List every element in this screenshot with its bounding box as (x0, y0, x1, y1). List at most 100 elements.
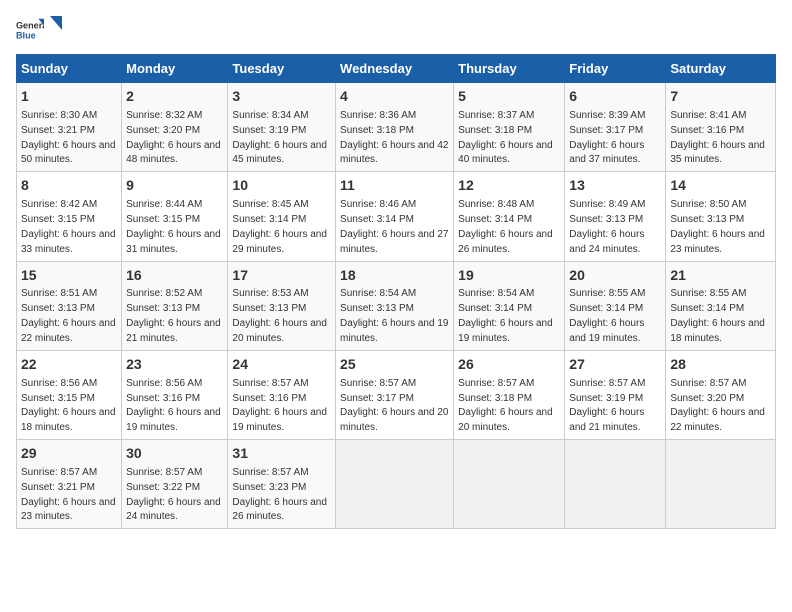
day-number: 3 (232, 87, 331, 106)
calendar-cell: 7 Sunrise: 8:41 AM Sunset: 3:16 PM Daylight… (666, 83, 776, 172)
sunrise-text: Sunrise: 8:57 AM (232, 467, 308, 478)
day-number: 27 (569, 355, 661, 374)
day-number: 1 (21, 87, 117, 106)
calendar-header-row: SundayMondayTuesdayWednesdayThursdayFrid… (17, 55, 776, 83)
day-number: 30 (126, 444, 223, 463)
calendar-cell: 5Sunrise: 8:37 AMSunset: 3:18 PMDaylight… (454, 83, 565, 172)
day-number: 8 (21, 176, 117, 195)
sunrise-text: Sunrise: 8:57 AM (21, 467, 97, 478)
day-number: 21 (670, 266, 771, 285)
calendar-cell: 27Sunrise: 8:57 AMSunset: 3:19 PMDayligh… (565, 350, 666, 439)
calendar-cell: 13Sunrise: 8:49 AMSunset: 3:13 PMDayligh… (565, 172, 666, 261)
daylight-text: Daylight: 6 hours and 23 minutes. (670, 229, 765, 255)
sunset-text: Sunset: 3:19 PM (569, 393, 643, 404)
calendar-cell: 24Sunrise: 8:57 AMSunset: 3:16 PMDayligh… (228, 350, 336, 439)
sunset-text: Sunset: 3:13 PM (126, 303, 200, 314)
daylight-text: Daylight: 6 hours and 20 minutes. (340, 407, 448, 433)
sunset-text: Sunset: 3:15 PM (21, 393, 95, 404)
sunrise-text: Sunrise: 8:46 AM (340, 199, 416, 210)
sunrise-text: Sunrise: 8:34 AM (232, 110, 308, 121)
daylight-text: Daylight: 6 hours and 22 minutes. (21, 318, 116, 344)
sunrise-text: Sunrise: 8:57 AM (670, 378, 746, 389)
sunset-text: Sunset: 3:13 PM (569, 214, 643, 225)
calendar-cell: 1Sunrise: 8:30 AMSunset: 3:21 PMDaylight… (17, 83, 122, 172)
day-number: 18 (340, 266, 449, 285)
day-number: 31 (232, 444, 331, 463)
calendar-cell: 9Sunrise: 8:44 AMSunset: 3:15 PMDaylight… (122, 172, 228, 261)
day-number: 9 (126, 176, 223, 195)
sunrise-text: Sunrise: 8:57 AM (340, 378, 416, 389)
calendar-cell: 28Sunrise: 8:57 AMSunset: 3:20 PMDayligh… (666, 350, 776, 439)
daylight-text: Daylight: 6 hours and 35 minutes. (670, 140, 765, 166)
sunrise-text: Sunrise: 8:55 AM (569, 288, 645, 299)
daylight-text: Daylight: 6 hours and 23 minutes. (21, 497, 116, 523)
calendar-cell: 16Sunrise: 8:52 AMSunset: 3:13 PMDayligh… (122, 261, 228, 350)
svg-text:Blue: Blue (16, 30, 36, 40)
calendar-cell: 4Sunrise: 8:36 AMSunset: 3:18 PMDaylight… (336, 83, 454, 172)
sunset-text: Sunset: 3:21 PM (21, 125, 95, 136)
calendar-cell: 31 Sunrise: 8:57 AM Sunset: 3:23 PM Dayligh… (228, 440, 336, 529)
daylight-text: Daylight: 6 hours and 19 minutes. (126, 407, 221, 433)
header-thursday: Thursday (454, 55, 565, 83)
calendar-cell (336, 440, 454, 529)
daylight-text: Daylight: 6 hours and 26 minutes. (232, 497, 327, 523)
calendar-cell: 11Sunrise: 8:46 AMSunset: 3:14 PMDayligh… (336, 172, 454, 261)
calendar-cell: 26Sunrise: 8:57 AMSunset: 3:18 PMDayligh… (454, 350, 565, 439)
daylight-text: Daylight: 6 hours and 20 minutes. (232, 318, 327, 344)
sunset-text: Sunset: 3:13 PM (340, 303, 414, 314)
sunrise-text: Sunrise: 8:57 AM (126, 467, 202, 478)
calendar-cell: 15Sunrise: 8:51 AMSunset: 3:13 PMDayligh… (17, 261, 122, 350)
day-number: 13 (569, 176, 661, 195)
sunset-text: Sunset: 3:20 PM (670, 393, 744, 404)
sunset-text: Sunset: 3:13 PM (232, 303, 306, 314)
daylight-text: Daylight: 6 hours and 22 minutes. (670, 407, 765, 433)
day-number: 20 (569, 266, 661, 285)
sunrise-text: Sunrise: 8:36 AM (340, 110, 416, 121)
calendar-week-1: 1Sunrise: 8:30 AMSunset: 3:21 PMDaylight… (17, 83, 776, 172)
sunrise-text: Sunrise: 8:37 AM (458, 110, 534, 121)
sunset-text: Sunset: 3:17 PM (340, 393, 414, 404)
sunrise-text: Sunrise: 8:54 AM (458, 288, 534, 299)
day-number: 29 (21, 444, 117, 463)
sunset-text: Sunset: 3:16 PM (670, 125, 744, 136)
sunset-text: Sunset: 3:14 PM (569, 303, 643, 314)
daylight-text: Daylight: 6 hours and 29 minutes. (232, 229, 327, 255)
sunrise-text: Sunrise: 8:32 AM (126, 110, 202, 121)
logo-icon: General Blue (16, 16, 44, 44)
day-number: 2 (126, 87, 223, 106)
header-wednesday: Wednesday (336, 55, 454, 83)
daylight-text: Daylight: 6 hours and 50 minutes. (21, 140, 116, 166)
day-number: 6 (569, 87, 661, 106)
calendar-cell: 3Sunrise: 8:34 AMSunset: 3:19 PMDaylight… (228, 83, 336, 172)
calendar-cell: 17Sunrise: 8:53 AMSunset: 3:13 PMDayligh… (228, 261, 336, 350)
day-number: 19 (458, 266, 560, 285)
daylight-text: Daylight: 6 hours and 18 minutes. (670, 318, 765, 344)
sunset-text: Sunset: 3:16 PM (232, 393, 306, 404)
sunrise-text: Sunrise: 8:50 AM (670, 199, 746, 210)
calendar-cell: 20Sunrise: 8:55 AMSunset: 3:14 PMDayligh… (565, 261, 666, 350)
daylight-text: Daylight: 6 hours and 21 minutes. (569, 407, 644, 433)
daylight-text: Daylight: 6 hours and 18 minutes. (21, 407, 116, 433)
sunrise-text: Sunrise: 8:54 AM (340, 288, 416, 299)
logo-triangle-icon (42, 16, 62, 36)
sunrise-text: Sunrise: 8:52 AM (126, 288, 202, 299)
daylight-text: Daylight: 6 hours and 26 minutes. (458, 229, 553, 255)
header-saturday: Saturday (666, 55, 776, 83)
sunrise-text: Sunrise: 8:41 AM (670, 110, 746, 121)
svg-text:General: General (16, 21, 44, 31)
day-number: 17 (232, 266, 331, 285)
sunset-text: Sunset: 3:23 PM (232, 482, 306, 493)
day-number: 22 (21, 355, 117, 374)
day-number: 25 (340, 355, 449, 374)
sunset-text: Sunset: 3:21 PM (21, 482, 95, 493)
header: General Blue (16, 16, 776, 44)
sunrise-text: Sunrise: 8:57 AM (458, 378, 534, 389)
daylight-text: Daylight: 6 hours and 19 minutes. (458, 318, 553, 344)
day-number: 7 (670, 87, 771, 106)
daylight-text: Daylight: 6 hours and 40 minutes. (458, 140, 553, 166)
calendar-week-3: 15Sunrise: 8:51 AMSunset: 3:13 PMDayligh… (17, 261, 776, 350)
sunset-text: Sunset: 3:15 PM (21, 214, 95, 225)
day-number: 10 (232, 176, 331, 195)
daylight-text: Daylight: 6 hours and 24 minutes. (569, 229, 644, 255)
sunset-text: Sunset: 3:15 PM (126, 214, 200, 225)
